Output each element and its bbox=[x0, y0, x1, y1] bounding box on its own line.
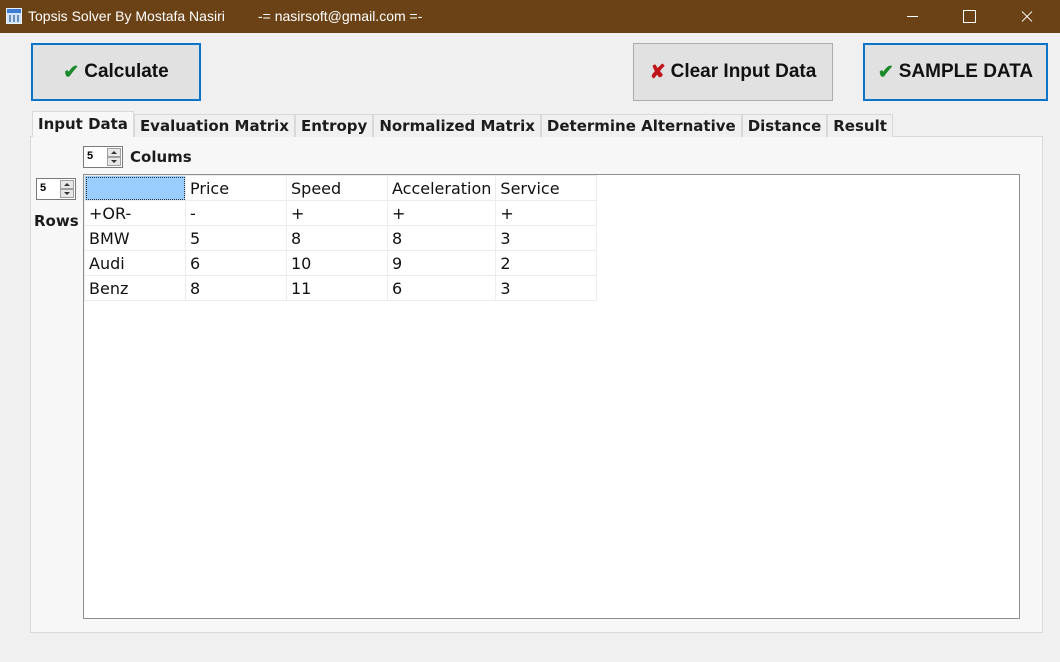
grid-cell[interactable]: +OR- bbox=[84, 200, 186, 226]
window-contact: -= nasirsoft@gmail.com =- bbox=[258, 8, 423, 24]
grid-cell[interactable]: Acceleration bbox=[386, 175, 497, 201]
table-row: Benz 8 11 6 3 bbox=[84, 275, 598, 301]
columns-value[interactable]: 5 bbox=[87, 150, 93, 162]
grid-cell[interactable]: 8 bbox=[185, 275, 287, 301]
rows-label: Rows bbox=[34, 212, 79, 230]
grid-cell[interactable]: 6 bbox=[185, 250, 287, 276]
spinner-up-icon[interactable] bbox=[107, 148, 121, 157]
sample-data-button[interactable]: ✔ SAMPLE DATA bbox=[863, 43, 1048, 101]
title-bar: Topsis Solver By Mostafa Nasiri -= nasir… bbox=[0, 0, 1060, 33]
tab-evaluation-matrix[interactable]: Evaluation Matrix bbox=[133, 114, 295, 137]
rows-spinner[interactable]: 5 bbox=[36, 178, 76, 200]
table-row: +OR- - + + + bbox=[84, 200, 598, 226]
tab-result[interactable]: Result bbox=[827, 114, 893, 137]
tab-normalized-matrix[interactable]: Normalized Matrix bbox=[373, 114, 541, 137]
app-icon bbox=[6, 8, 22, 24]
spinner-down-icon[interactable] bbox=[60, 189, 74, 198]
calculate-button[interactable]: ✔ Calculate bbox=[31, 43, 201, 101]
grid-cell[interactable]: BMW bbox=[84, 225, 186, 251]
grid-cell[interactable]: - bbox=[185, 200, 287, 226]
minimize-icon[interactable] bbox=[889, 0, 935, 33]
grid-cell[interactable]: 3 bbox=[495, 275, 598, 301]
grid-cell[interactable]: 3 bbox=[495, 225, 598, 251]
tab-strip: Input Data Evaluation Matrix Entropy Nor… bbox=[32, 111, 893, 137]
grid-cell[interactable]: 10 bbox=[286, 250, 388, 276]
grid-cell[interactable] bbox=[84, 175, 186, 201]
close-icon[interactable] bbox=[1004, 0, 1050, 33]
input-data-grid[interactable]: Price Speed Acceleration Service +OR- - … bbox=[83, 174, 1020, 619]
grid-cell[interactable]: + bbox=[386, 200, 497, 226]
columns-spinner[interactable]: 5 bbox=[83, 146, 123, 168]
grid-cell[interactable]: 6 bbox=[386, 275, 497, 301]
rows-value[interactable]: 5 bbox=[40, 182, 46, 194]
grid-cell[interactable]: Benz bbox=[84, 275, 186, 301]
table-row: Audi 6 10 9 2 bbox=[84, 250, 598, 276]
clear-label: Clear Input Data bbox=[670, 61, 817, 82]
spinner-up-icon[interactable] bbox=[60, 180, 74, 189]
calculate-label: Calculate bbox=[84, 61, 169, 82]
maximize-icon[interactable] bbox=[946, 0, 992, 33]
cross-icon: ✘ bbox=[649, 61, 666, 83]
grid-cell[interactable]: 11 bbox=[286, 275, 388, 301]
sample-label: SAMPLE DATA bbox=[898, 61, 1034, 82]
tab-input-data[interactable]: Input Data bbox=[32, 111, 134, 137]
check-icon: ✔ bbox=[63, 61, 80, 83]
clear-input-data-button[interactable]: ✘ Clear Input Data bbox=[633, 43, 833, 101]
grid-cell[interactable]: 2 bbox=[495, 250, 598, 276]
check-icon: ✔ bbox=[877, 61, 894, 83]
grid-cell[interactable]: Price bbox=[185, 175, 287, 201]
grid-cell[interactable]: + bbox=[286, 200, 388, 226]
grid-cell[interactable]: Speed bbox=[286, 175, 388, 201]
tab-determine-alternative[interactable]: Determine Alternative bbox=[540, 114, 742, 137]
columns-label: Colums bbox=[130, 148, 192, 166]
grid-cell[interactable]: Service bbox=[495, 175, 598, 201]
table-row: BMW 5 8 8 3 bbox=[84, 225, 598, 251]
grid-cell[interactable]: 8 bbox=[386, 225, 497, 251]
tab-entropy[interactable]: Entropy bbox=[294, 114, 374, 137]
grid-cell[interactable]: 8 bbox=[286, 225, 388, 251]
tab-distance[interactable]: Distance bbox=[741, 114, 828, 137]
grid-cell[interactable]: Audi bbox=[84, 250, 186, 276]
table-row: Price Speed Acceleration Service bbox=[84, 175, 598, 201]
grid-cell[interactable]: + bbox=[495, 200, 598, 226]
spinner-down-icon[interactable] bbox=[107, 157, 121, 166]
grid-cell[interactable]: 9 bbox=[386, 250, 497, 276]
window-title: Topsis Solver By Mostafa Nasiri bbox=[28, 8, 225, 24]
grid-cell[interactable]: 5 bbox=[185, 225, 287, 251]
